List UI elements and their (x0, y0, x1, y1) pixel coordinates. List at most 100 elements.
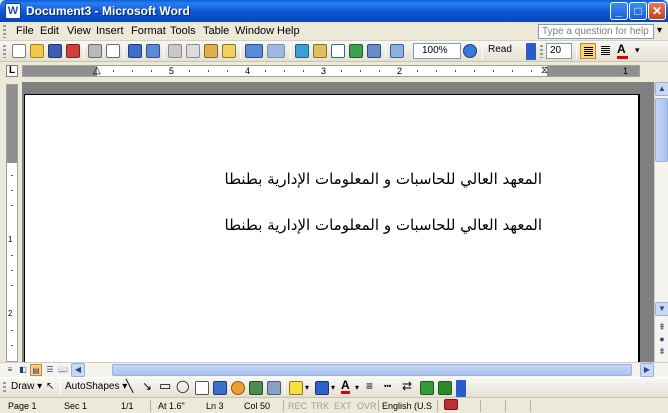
help-icon[interactable] (463, 44, 477, 58)
normal-view-icon[interactable]: ≡ (4, 364, 16, 376)
print-layout-view-icon[interactable]: ▤ (30, 364, 42, 376)
new-document-icon[interactable] (12, 44, 26, 58)
close-button[interactable]: ✕ (648, 2, 666, 20)
line-color-dropdown-icon[interactable]: ▾ (331, 383, 335, 392)
research-icon[interactable] (146, 44, 160, 58)
vertical-ruler[interactable]: 1 2 (6, 84, 18, 362)
scroll-left-icon[interactable]: ◀ (71, 363, 85, 377)
insert-excel-icon[interactable] (349, 44, 363, 58)
horizontal-scroll-thumb[interactable] (112, 364, 632, 376)
spelling-status-icon[interactable] (444, 399, 458, 410)
read-button[interactable]: Read (488, 44, 512, 55)
toolbar-grip[interactable] (3, 45, 6, 58)
horizontal-scrollbar[interactable]: ≡ ◧ ▤ ☰ 📖 ◀ ▶ (0, 362, 668, 377)
draw-menu-button[interactable]: Draw ▾ (11, 381, 42, 392)
copy-icon[interactable] (186, 44, 200, 58)
wordart-icon[interactable] (213, 381, 227, 395)
left-indent-marker-icon[interactable]: △ (93, 66, 101, 76)
next-page-icon[interactable]: ⇟ (656, 346, 668, 357)
zoom-select[interactable]: 100% (413, 43, 461, 59)
menu-tools[interactable]: Tools (170, 25, 196, 37)
status-language[interactable]: English (U.S (382, 401, 432, 411)
text-box-icon[interactable] (195, 381, 209, 395)
format-painter-icon[interactable] (222, 44, 236, 58)
menu-view[interactable]: View (67, 25, 91, 37)
menu-file[interactable]: File (16, 25, 34, 37)
fill-color-icon[interactable] (289, 381, 303, 395)
3d-style-icon[interactable] (438, 381, 452, 395)
horizontal-ruler[interactable]: 1 2 3 4 5 △ ⧖ (22, 65, 640, 77)
maximize-button[interactable]: □ (629, 2, 647, 20)
drawbar-options-icon[interactable] (456, 380, 466, 397)
line-style-icon[interactable]: ≡ (366, 379, 373, 393)
menu-edit[interactable]: Edit (40, 25, 59, 37)
status-rec[interactable]: REC (288, 401, 307, 411)
outline-view-icon[interactable]: ☰ (44, 364, 56, 376)
shadow-style-icon[interactable] (420, 381, 434, 395)
font-size-select[interactable]: 20 (546, 43, 572, 59)
scroll-down-icon[interactable]: ▼ (655, 302, 668, 316)
insert-table-icon[interactable] (331, 44, 345, 58)
cut-icon[interactable] (168, 44, 182, 58)
oval-tool-icon[interactable]: ◯ (176, 379, 189, 393)
vertical-scroll-thumb[interactable] (655, 98, 668, 162)
document-page[interactable]: المعهد العالي للحاسبات و المعلومات الإدا… (24, 94, 640, 362)
right-indent-marker-icon[interactable]: ⧖ (541, 66, 548, 76)
align-right-button[interactable] (580, 43, 596, 59)
fill-color-dropdown-icon[interactable]: ▾ (305, 383, 309, 392)
menu-help[interactable]: Help (277, 25, 300, 37)
select-objects-icon[interactable]: ↖ (46, 381, 54, 392)
undo-icon[interactable] (245, 44, 263, 58)
reading-layout-view-icon[interactable]: 📖 (57, 364, 69, 376)
document-text-line[interactable]: المعهد العالي للحاسبات و المعلومات الإدا… (225, 216, 542, 234)
status-ext[interactable]: EXT (334, 401, 352, 411)
permission-icon[interactable] (66, 44, 80, 58)
clip-art-icon[interactable] (249, 381, 263, 395)
word-app-icon[interactable]: W (5, 3, 21, 19)
select-browse-object-icon[interactable]: ● (656, 334, 668, 345)
menu-format[interactable]: Format (131, 25, 166, 37)
print-icon[interactable] (88, 44, 102, 58)
justify-button[interactable] (598, 43, 614, 59)
menu-window[interactable]: Window (235, 25, 274, 37)
font-color-button[interactable]: A (617, 42, 626, 56)
draw-font-color-dropdown-icon[interactable]: ▾ (355, 383, 359, 392)
font-color-dropdown-icon[interactable]: ▾ (635, 45, 640, 56)
hyperlink-icon[interactable] (295, 44, 309, 58)
status-trk[interactable]: TRK (311, 401, 329, 411)
format-toolbar-grip[interactable] (540, 45, 543, 58)
scroll-up-icon[interactable]: ▲ (655, 82, 668, 96)
arrow-style-icon[interactable]: ⇄ (402, 379, 412, 393)
previous-page-icon[interactable]: ⇞ (656, 322, 668, 333)
insert-picture-icon[interactable] (267, 381, 281, 395)
tab-selector[interactable]: L (6, 65, 18, 77)
drawbar-grip[interactable] (3, 382, 6, 394)
paste-icon[interactable] (204, 44, 218, 58)
toolbar-options-icon[interactable] (526, 43, 536, 60)
document-map-icon[interactable] (390, 44, 404, 58)
menubar-grip[interactable] (3, 25, 6, 38)
open-icon[interactable] (30, 44, 44, 58)
menu-table[interactable]: Table (203, 25, 229, 37)
line-color-icon[interactable] (315, 381, 329, 395)
line-tool-icon[interactable]: ╲ (126, 379, 133, 393)
columns-icon[interactable] (367, 44, 381, 58)
help-dropdown-icon[interactable]: ▾ (657, 25, 662, 36)
autoshapes-button[interactable]: AutoShapes ▾ (65, 381, 127, 392)
spelling-icon[interactable] (128, 44, 142, 58)
document-text-line[interactable]: المعهد العالي للحاسبات و المعلومات الإدا… (225, 170, 542, 188)
web-layout-view-icon[interactable]: ◧ (17, 364, 29, 376)
rectangle-tool-icon[interactable]: ▭ (159, 378, 171, 394)
dash-style-icon[interactable]: ┅ (384, 379, 391, 393)
scroll-right-icon[interactable]: ▶ (640, 363, 654, 377)
draw-font-color-icon[interactable]: A (341, 379, 350, 394)
diagram-icon[interactable] (231, 381, 245, 395)
print-preview-icon[interactable] (106, 44, 120, 58)
help-search-input[interactable]: Type a question for help (538, 24, 654, 39)
save-icon[interactable] (48, 44, 62, 58)
arrow-tool-icon[interactable]: ↘ (142, 379, 152, 393)
tables-borders-icon[interactable] (313, 44, 327, 58)
minimize-button[interactable]: _ (610, 2, 628, 20)
vertical-scrollbar[interactable]: ▲ ▼ ⇞ ● ⇟ (654, 82, 668, 362)
redo-icon[interactable] (267, 44, 285, 58)
